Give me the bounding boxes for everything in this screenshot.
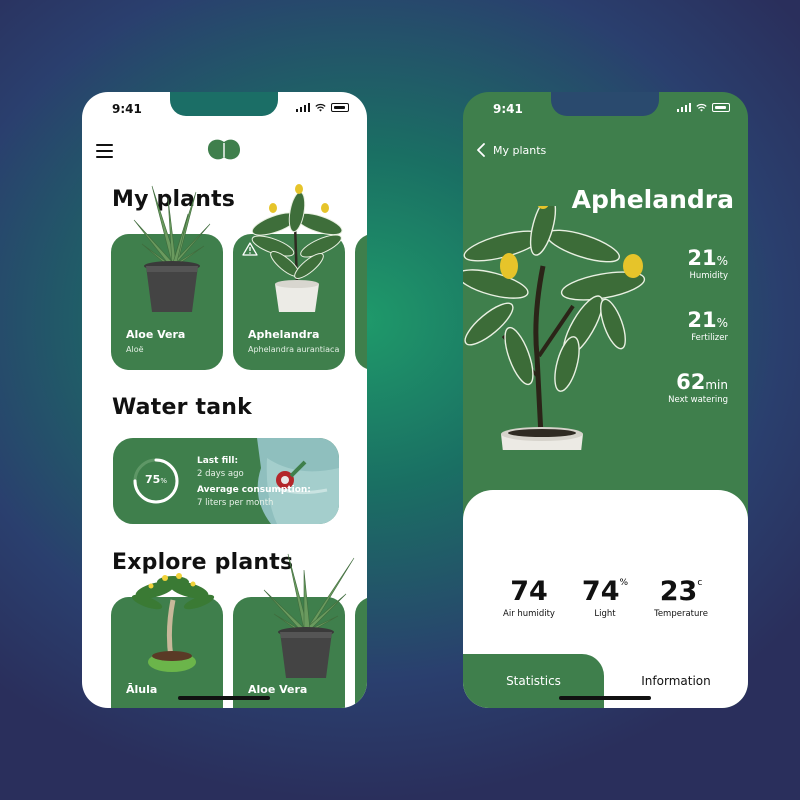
alula-plant-icon bbox=[131, 573, 215, 672]
plant-card-name: Aphelandra bbox=[248, 328, 320, 341]
signal-icon bbox=[295, 103, 310, 112]
chevron-left-icon bbox=[477, 143, 485, 157]
humidity-stat: 21% Humidity bbox=[687, 246, 728, 281]
wifi-icon bbox=[315, 103, 326, 112]
last-fill-value: 2 days ago bbox=[197, 469, 244, 479]
consumption-label: Average consumption: bbox=[197, 485, 311, 495]
fertilizer-stat: 21% Fertilizer bbox=[687, 308, 728, 343]
home-screen: 9:41 My plants Aloe Vera Aloë Aphelandra… bbox=[82, 92, 367, 708]
explore-card-name: Ālula bbox=[126, 683, 158, 696]
temperature-stat: 23c Temperature bbox=[654, 576, 708, 619]
aloe-plant-icon bbox=[263, 553, 355, 678]
air-humidity-stat: 74 Air humidity bbox=[503, 576, 555, 619]
aphelandra-plant-icon bbox=[463, 206, 646, 450]
home-indicator bbox=[178, 696, 270, 700]
home-indicator bbox=[559, 696, 651, 700]
stats-panel: 74 Air humidity 74% Light 23c Temperatur… bbox=[463, 490, 748, 708]
explore-card-peek[interactable] bbox=[355, 597, 367, 708]
back-button[interactable]: My plants bbox=[477, 143, 546, 157]
logo-icon bbox=[207, 139, 240, 160]
consumption-value: 7 liters per month bbox=[197, 498, 274, 508]
plant-card-name: Aloe Vera bbox=[126, 328, 186, 341]
status-time: 9:41 bbox=[112, 102, 142, 116]
water-tank-icon bbox=[257, 438, 339, 524]
back-label: My plants bbox=[493, 143, 547, 157]
aphelandra-plant-icon bbox=[251, 184, 343, 312]
plant-card-subtitle: Aphelandra aurantiaca bbox=[248, 345, 340, 354]
plant-card-peek[interactable] bbox=[355, 234, 367, 370]
next-watering-stat: 62min Next watering bbox=[668, 370, 728, 405]
status-icons bbox=[295, 103, 349, 112]
wifi-icon bbox=[696, 103, 707, 112]
aloe-plant-icon bbox=[133, 185, 211, 312]
signal-icon bbox=[676, 103, 691, 112]
plant-detail-screen: 9:41 My plants Aphelandra 21% Humidity 2… bbox=[463, 92, 748, 708]
light-stat: 74% Light bbox=[581, 576, 629, 619]
status-time: 9:41 bbox=[493, 102, 523, 116]
water-level-value: 75% bbox=[145, 473, 167, 486]
plant-card-subtitle: Aloë bbox=[126, 345, 144, 354]
water-tank-title: Water tank bbox=[112, 395, 252, 420]
battery-icon bbox=[331, 103, 349, 112]
status-icons bbox=[676, 103, 730, 112]
water-tank-card[interactable]: 75% Last fill: 2 days ago Average consum… bbox=[113, 438, 339, 524]
battery-icon bbox=[712, 103, 730, 112]
notch bbox=[551, 92, 659, 116]
last-fill-label: Last fill: bbox=[197, 456, 239, 466]
notch bbox=[170, 92, 278, 116]
menu-icon[interactable] bbox=[96, 144, 113, 162]
